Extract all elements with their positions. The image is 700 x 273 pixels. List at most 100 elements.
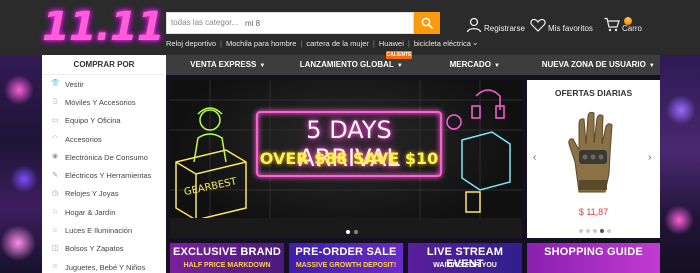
cart-count-badge: 0: [624, 17, 632, 25]
category-item-bolsos[interactable]: ◫ Bolsos Y Zapatos: [42, 240, 166, 258]
chevron-left-icon[interactable]: ‹: [533, 152, 536, 163]
category-item-hogar[interactable]: ⌂ Hogar & Jardín: [42, 203, 166, 221]
divider: |: [372, 39, 375, 48]
monitor-icon: ▭: [51, 116, 59, 124]
pagination-dot[interactable]: [593, 229, 597, 233]
gadgets-icon: [446, 89, 511, 213]
search-input[interactable]: [241, 15, 411, 32]
nav-item-mercado[interactable]: MERCADO ▼: [413, 55, 537, 75]
hot-word-link[interactable]: cartera de la mujer: [306, 39, 369, 48]
promo-tile-title: SHOPPING GUIDE: [544, 246, 643, 258]
chevron-right-icon[interactable]: ›: [648, 152, 651, 163]
category-item-electricos[interactable]: ✎ Eléctricos Y Herramientas: [42, 166, 166, 184]
category-label: Relojes Y Joyas: [65, 189, 119, 199]
register-link[interactable]: Registrarse: [466, 16, 525, 33]
search-button[interactable]: [414, 12, 440, 34]
category-item-equipo[interactable]: ▭ Equipo Y Oficina: [42, 112, 166, 130]
site-header: 11.11 todas las categor... Reloj deporti…: [0, 0, 700, 55]
favorites-link[interactable]: Mis favoritos: [530, 16, 593, 33]
category-label: Accesorios: [65, 134, 102, 144]
search-box: todas las categor...: [166, 12, 414, 34]
pagination-dot[interactable]: [346, 230, 350, 234]
chevron-down-icon: ▼: [259, 63, 266, 69]
side-decoration-left: [0, 55, 42, 273]
main-nav: VENTA EXPRESS ▼ LANZAMIENTO GLOBAL ▼ MERCA…: [166, 55, 660, 75]
promo-tile-shopping-guide[interactable]: SHOPPING GUIDE: [527, 243, 660, 273]
promo-tile-exclusive-brand[interactable]: EXCLUSIVE BRAND HALF PRICE MARKDOWN: [170, 243, 284, 273]
chevron-down-icon: ▼: [493, 63, 500, 69]
promo-tile-pre-order[interactable]: PRE-ORDER SALE MASSIVE GROWTH DEPOSIT!: [289, 243, 403, 273]
search-icon: [421, 17, 433, 29]
promo-tile-subtitle: HALF PRICE MARKDOWN: [183, 262, 271, 269]
promo-tile-title: EXCLUSIVE BRAND: [172, 246, 282, 258]
nav-item-nueva-zona[interactable]: NUEVA ZONA DE USUARIO ▼: [537, 55, 661, 75]
deal-price: $ 11,87: [578, 207, 609, 217]
favorites-label: Mis favoritos: [548, 24, 593, 33]
pagination-dot[interactable]: [607, 229, 611, 233]
category-item-vestir[interactable]: 👕 Vestir: [42, 75, 166, 93]
category-item-moviles[interactable]: ▯ Móviles Y Accesorios: [42, 93, 166, 111]
category-item-juguetes[interactable]: ☺ Juguetes, Bebé Y Niños: [42, 258, 166, 273]
divider: |: [300, 39, 303, 48]
user-icon: [466, 17, 482, 32]
category-label: Juguetes, Bebé Y Niños: [65, 262, 146, 272]
pagination-dot[interactable]: [586, 229, 590, 233]
hot-word-link[interactable]: Reloj deportivo: [166, 39, 216, 48]
cart-link[interactable]: Carro: [604, 16, 642, 33]
nav-label: NUEVA ZONA DE USUARIO: [541, 60, 646, 69]
category-menu: COMPRAR POR 👕 Vestir ▯ Móviles Y Accesorio…: [42, 55, 166, 273]
cart-label: Carro: [622, 24, 643, 33]
category-label: Equipo Y Oficina: [65, 116, 121, 126]
nav-item-venta-express[interactable]: VENTA EXPRESS ▼: [166, 55, 290, 75]
category-label: Hogar & Jardín: [65, 207, 116, 217]
hot-word-link[interactable]: Mochila para hombre: [226, 39, 296, 48]
category-label: Electrónica De Consumo: [65, 152, 148, 162]
hot-word-link[interactable]: Huawei: [379, 39, 404, 48]
register-label: Registrarse: [484, 24, 525, 33]
nav-label: VENTA EXPRESS: [190, 60, 257, 69]
banner-pagination: [346, 230, 366, 234]
svg-text:GEARBEST: GEARBEST: [183, 176, 238, 198]
heart-icon: [530, 18, 546, 32]
site-logo[interactable]: 11.11: [42, 4, 165, 50]
search-category-select[interactable]: todas las categor...: [171, 18, 238, 27]
daily-deals-panel: OFERTAS DIARIAS ‹ › $ 11,87: [527, 80, 660, 238]
promo-tile-subtitle: WAITING FOR YOU: [433, 262, 497, 269]
chevron-down-icon[interactable]: ⌄: [472, 38, 479, 47]
bulb-icon: ☼: [51, 226, 59, 234]
category-label: Luces E Iluminación: [65, 226, 133, 236]
hot-badge: CALIENTE: [386, 51, 412, 59]
category-item-relojes[interactable]: ◷ Relojes Y Joyas: [42, 185, 166, 203]
promo-tile-live-stream[interactable]: LIVE STREAM EVENT WAITING FOR YOU: [408, 243, 522, 273]
divider: |: [220, 39, 222, 48]
pagination-dot[interactable]: [579, 229, 583, 233]
hot-search-words: Reloj deportivo | Mochila para hombre | …: [166, 39, 471, 48]
chevron-down-icon: ▼: [648, 63, 655, 69]
home-icon: ⌂: [52, 208, 58, 216]
toy-icon: ☺: [51, 263, 59, 271]
category-item-accesorios[interactable]: ◠ Accesorios: [42, 130, 166, 148]
promo-tile-title: PRE-ORDER SALE: [295, 246, 397, 258]
category-label: Móviles Y Accesorios: [65, 97, 136, 107]
category-menu-title: COMPRAR POR: [42, 55, 166, 75]
category-label: Eléctricos Y Herramientas: [65, 171, 152, 181]
headphones-icon: ◠: [51, 135, 59, 143]
category-item-luces[interactable]: ☼ Luces E Iluminación: [42, 221, 166, 239]
banner-subheadline: OVER $88 SAVE $10: [259, 149, 439, 168]
category-label: Vestir: [65, 79, 84, 89]
logo-text: 11.11: [42, 4, 165, 50]
pagination-dot[interactable]: [600, 229, 604, 233]
side-decoration-right: [660, 55, 700, 273]
tactical-glove-image[interactable]: [565, 110, 621, 196]
shirt-icon: 👕: [51, 80, 60, 88]
tool-icon: ✎: [52, 171, 58, 179]
nav-label: MERCADO: [449, 60, 491, 69]
hero-banner[interactable]: GEARBEST 5 DAYS ARRIVAL OVER $88 SAVE $1…: [170, 80, 522, 238]
divider: |: [407, 39, 410, 48]
promo-tile-subtitle: MASSIVE GROWTH DEPOSIT!: [295, 262, 397, 269]
pagination-dot[interactable]: [354, 230, 358, 234]
hot-word-link[interactable]: bicicleta eléctrica: [414, 39, 471, 48]
category-item-electronica[interactable]: ◉ Electrónica De Consumo: [42, 148, 166, 166]
chevron-down-icon: ▼: [396, 63, 403, 69]
bag-icon: ◫: [51, 244, 59, 252]
